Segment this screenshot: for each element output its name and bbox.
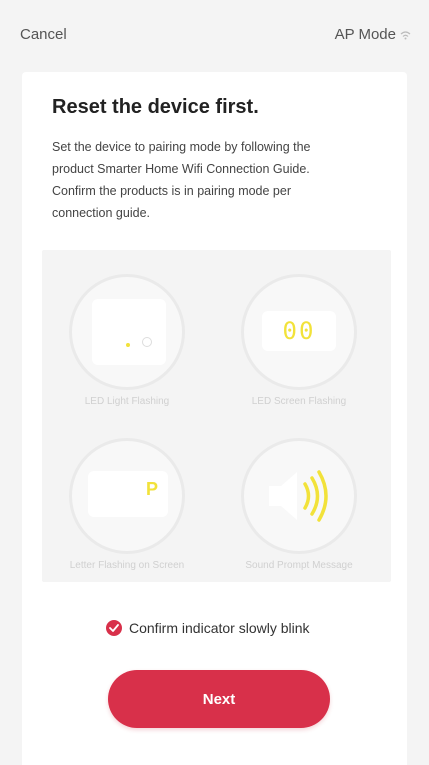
led-screen-icon: 00 <box>241 274 357 390</box>
confirm-label: Confirm indicator slowly blink <box>129 620 310 636</box>
screen-digits: 00 <box>282 317 316 345</box>
illustration-label: LED Screen Flashing <box>251 396 347 407</box>
speaker-icon <box>241 438 357 554</box>
illustration-led-light: LED Light Flashing <box>42 274 212 407</box>
ap-mode-button[interactable]: AP Mode <box>335 26 411 43</box>
illustration-led-screen: 00 LED Screen Flashing <box>214 274 384 407</box>
speaker-graphic <box>269 470 328 522</box>
top-bar: Cancel AP Mode <box>0 0 429 68</box>
device-body <box>92 299 166 365</box>
illustration-label: Letter Flashing on Screen <box>69 560 185 571</box>
screen-body: 00 <box>262 311 336 351</box>
button-circle <box>142 337 152 347</box>
light-indicator-icon <box>69 274 185 390</box>
pairing-illustration: LED Light Flashing 00 LED Screen Flashin… <box>42 250 391 582</box>
checkmark-icon <box>109 624 119 632</box>
illustration-label: LED Light Flashing <box>84 396 170 407</box>
wifi-caret-icon <box>400 31 411 40</box>
pairing-screen: Cancel AP Mode Reset the device first. S… <box>0 0 429 765</box>
confirm-checkbox-row[interactable]: Confirm indicator slowly blink <box>106 620 310 636</box>
indicator-dot <box>126 343 130 347</box>
checkbox-checked-icon[interactable] <box>106 620 122 636</box>
page-title: Reset the device first. <box>52 96 259 118</box>
screen-letter: P <box>145 479 158 499</box>
content-card: Reset the device first. Set the device t… <box>22 72 407 765</box>
illustration-sound: Sound Prompt Message <box>214 438 384 571</box>
illustration-label: Sound Prompt Message <box>245 560 353 571</box>
ap-mode-label: AP Mode <box>334 26 396 43</box>
letter-screen-icon: P <box>69 438 185 554</box>
cancel-button[interactable]: Cancel <box>20 26 67 43</box>
instructions-text: Set the device to pairing mode by follow… <box>52 140 311 220</box>
screen-body: P <box>88 471 168 517</box>
next-button[interactable]: Next <box>108 670 330 728</box>
illustration-letter: P Letter Flashing on Screen <box>42 438 212 571</box>
